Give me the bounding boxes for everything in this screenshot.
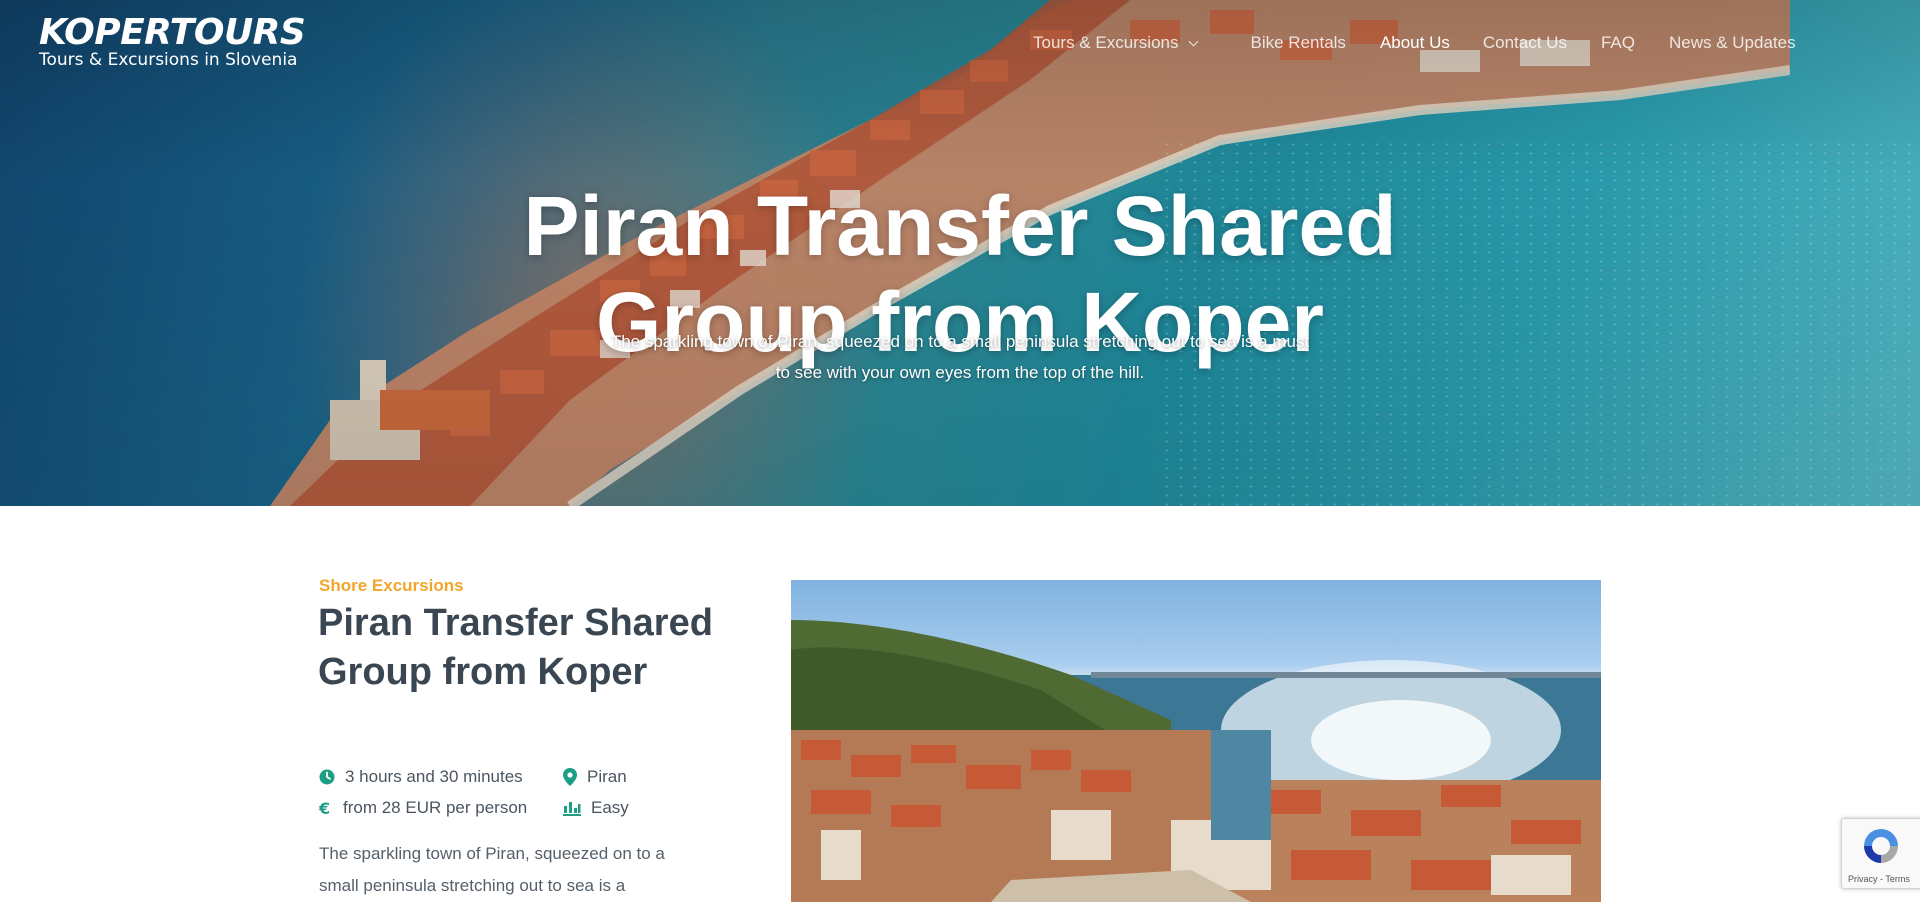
nav-item-label: Tours & Excursions xyxy=(1033,33,1179,52)
tour-price-value: from 28 EUR per person xyxy=(343,798,528,817)
recaptcha-links[interactable]: Privacy - Terms xyxy=(1848,874,1910,884)
recaptcha-icon xyxy=(1864,829,1898,863)
tour-price: € from 28 EUR per person xyxy=(319,798,527,818)
euro-icon: € xyxy=(319,800,330,816)
clock-icon xyxy=(319,769,335,785)
tour-location-value: Piran xyxy=(587,767,627,786)
chevron-down-icon xyxy=(1188,36,1198,46)
recaptcha-badge[interactable]: Privacy - Terms xyxy=(1841,818,1920,889)
site-brand[interactable]: KOPERTOURS Tours & Excursions in Sloveni… xyxy=(39,12,306,70)
tour-photo xyxy=(791,580,1601,902)
nav-item-label: Contact Us xyxy=(1482,33,1567,52)
nav-item-about-us[interactable]: About Us xyxy=(1380,33,1450,53)
tour-title: Piran Transfer Shared Group from Koper xyxy=(318,602,713,693)
nav-item-faq[interactable]: FAQ xyxy=(1601,33,1635,53)
nav-item-bike-rentals[interactable]: Bike Rentals xyxy=(1251,33,1346,53)
nav-item-label: FAQ xyxy=(1600,33,1635,52)
nav-item-label: About Us xyxy=(1379,33,1450,52)
piran-town-photo xyxy=(791,620,1601,902)
tour-duration: 3 hours and 30 minutes xyxy=(319,767,523,787)
svg-text:€: € xyxy=(319,800,330,816)
nav-item-label: News & Updates xyxy=(1668,33,1796,52)
tour-category[interactable]: Shore Excursions xyxy=(319,576,464,596)
site-tagline: Tours & Excursions in Slovenia xyxy=(39,50,298,70)
site-logo[interactable]: KOPERTOURS xyxy=(39,12,306,54)
tour-description: The sparkling town of Piran, squeezed on… xyxy=(319,844,665,895)
tour-difficulty-value: Easy xyxy=(591,798,629,817)
tour-duration-value: 3 hours and 30 minutes xyxy=(345,767,523,786)
hero-subtitle: The sparkling town of Piran, squeezed on… xyxy=(610,332,1310,382)
nav-item-news-updates[interactable]: News & Updates xyxy=(1669,33,1796,53)
nav-item-label: Bike Rentals xyxy=(1250,33,1346,52)
bar-chart-icon xyxy=(563,802,581,816)
hero-banner: KOPERTOURS Tours & Excursions in Sloveni… xyxy=(0,0,1920,506)
nav-item-contact-us[interactable]: Contact Us xyxy=(1483,33,1567,53)
tour-location: Piran xyxy=(563,767,627,787)
main-navigation: Tours & Excursions Bike Rentals About Us… xyxy=(1033,33,1796,53)
map-pin-icon xyxy=(563,768,577,786)
nav-item-tours-excursions[interactable]: Tours & Excursions xyxy=(1033,33,1198,53)
tour-difficulty: Easy xyxy=(563,798,629,818)
